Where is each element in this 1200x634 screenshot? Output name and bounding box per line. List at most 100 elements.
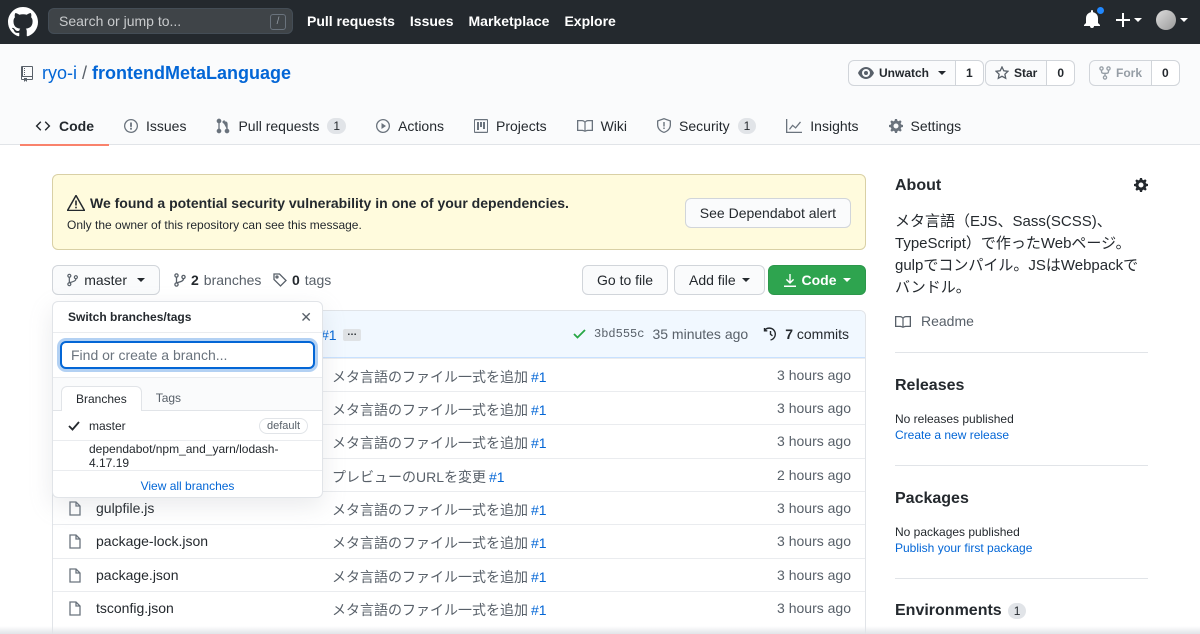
commit-age: 3 hours ago (777, 500, 851, 516)
chevron-down-icon (1180, 18, 1188, 22)
tab-security[interactable]: Security 1 (642, 106, 771, 145)
fork-button[interactable]: Fork (1089, 60, 1153, 86)
repo-owner-link[interactable]: ryo-i (42, 63, 77, 84)
notifications-button[interactable] (1084, 6, 1105, 30)
file-name-link[interactable]: package-lock.json (96, 533, 208, 549)
branch-item-master[interactable]: master default (53, 411, 322, 441)
branch-filter (53, 333, 322, 378)
commit-message[interactable]: メタ言語のファイル一式を追加 #1 (332, 400, 547, 420)
tab-tags[interactable]: Tags (142, 385, 195, 410)
commit-expand-button[interactable]: … (343, 328, 361, 341)
user-menu-button[interactable] (1156, 10, 1188, 30)
file-name-link[interactable]: package.json (96, 567, 179, 583)
commit-pr-link[interactable]: #1 (531, 535, 547, 551)
tab-branches[interactable]: Branches (61, 386, 142, 411)
packages-title[interactable]: Packages (895, 490, 969, 508)
repo-header: ryo-i / frontendMetaLanguage Unwatch 1 S… (0, 44, 1200, 146)
table-row[interactable]: tsconfig.json メタ言語のファイル一式を追加 #1 3 hours a… (53, 591, 865, 624)
repo-name-link[interactable]: frontendMetaLanguage (92, 63, 291, 84)
star-button[interactable]: Star (985, 60, 1048, 86)
view-all-branches-link[interactable]: View all branches (53, 471, 322, 501)
commit-pr-link[interactable]: #1 (531, 402, 547, 418)
commits-label: commits (796, 326, 849, 342)
file-name-link[interactable]: tsconfig.json (96, 600, 174, 616)
commit-message[interactable]: メタ言語のファイル一式を追加 #1 (332, 533, 547, 553)
commit-message[interactable]: メタ言語のファイル一式を追加 #1 (332, 500, 547, 520)
search-shortcut-key: / (270, 14, 286, 30)
commit-pr-link[interactable]: #1 (531, 569, 547, 585)
tab-code[interactable]: Code (20, 106, 109, 146)
commit-sha-link[interactable]: 3bd555c (594, 327, 644, 341)
commit-age: 3 hours ago (777, 600, 851, 616)
branch-select-button[interactable]: master (52, 265, 160, 295)
file-name-link[interactable]: gulpfile.js (96, 500, 154, 516)
commit-pr-link[interactable]: #1 (531, 502, 547, 518)
unwatch-button[interactable]: Unwatch (848, 60, 957, 86)
commit-message[interactable]: メタ言語のファイル一式を追加 #1 (332, 567, 547, 587)
watchers-count[interactable]: 1 (956, 60, 984, 86)
tab-actions[interactable]: Actions (361, 106, 459, 145)
nav-marketplace[interactable]: Marketplace (469, 13, 550, 29)
branch-filter-input[interactable] (60, 341, 315, 369)
commit-message-text: メタ言語のファイル一式を追加 (332, 369, 528, 385)
forks-count[interactable]: 0 (1152, 60, 1180, 86)
tab-label: Actions (398, 117, 445, 134)
go-to-file-button[interactable]: Go to file (582, 265, 669, 295)
commit-message[interactable]: メタ言語のファイル一式を追加 #1 (332, 433, 547, 453)
commits-link[interactable]: 7 commits (785, 326, 849, 342)
code-button[interactable]: Code (768, 265, 866, 295)
tab-issues[interactable]: Issues (109, 106, 201, 145)
create-new-button[interactable] (1116, 13, 1142, 27)
branches-link[interactable]: 2 branches (174, 272, 261, 288)
commit-message[interactable]: メタ言語のファイル一式を追加 #1 (332, 600, 547, 620)
dropdown-tabs: Branches Tags (53, 378, 322, 411)
create-release-link[interactable]: Create a new release (895, 428, 1009, 442)
publish-package-link[interactable]: Publish your first package (895, 541, 1032, 555)
page-bottom-edge (0, 626, 1200, 634)
nav-explore[interactable]: Explore (564, 13, 615, 29)
table-row[interactable]: package-lock.json メタ言語のファイル一式を追加 #1 3 hou… (53, 524, 865, 557)
tab-settings[interactable]: Settings (874, 106, 977, 145)
file-icon (69, 534, 81, 549)
global-search-input[interactable] (49, 9, 292, 33)
unread-indicator (1096, 6, 1105, 15)
tab-projects[interactable]: Projects (459, 106, 562, 145)
commit-message[interactable]: プレビューのURLを変更 #1 (332, 467, 505, 487)
tab-label: Issues (146, 117, 187, 134)
close-icon[interactable]: ✕ (300, 309, 312, 326)
branches-label: branches (203, 272, 262, 288)
tags-link[interactable]: 0 tags (273, 272, 331, 288)
releases-title[interactable]: Releases (895, 377, 964, 395)
default-badge: default (258, 418, 308, 434)
commit-pr-link[interactable]: #1 (489, 469, 505, 485)
file-icon (69, 501, 81, 516)
fork-group: Fork 0 (1089, 60, 1180, 86)
current-branch: master (84, 272, 127, 288)
project-icon (474, 118, 489, 133)
github-logo-icon[interactable] (8, 7, 38, 37)
gear-icon[interactable] (1134, 178, 1148, 192)
tab-pull-requests[interactable]: Pull requests 1 (201, 106, 361, 145)
chevron-down-icon (1134, 18, 1142, 22)
commit-message[interactable]: メタ言語のファイル一式を追加 #1 (332, 367, 547, 387)
tab-wiki[interactable]: Wiki (562, 106, 642, 145)
readme-link[interactable]: Readme (895, 313, 974, 329)
branch-item-dependabot[interactable]: dependabot/npm_and_yarn/lodash-4.17.19 (53, 441, 322, 471)
repo-title: ryo-i / frontendMetaLanguage (20, 63, 291, 84)
tab-insights[interactable]: Insights (771, 106, 873, 145)
global-search[interactable]: / (48, 8, 293, 34)
environments-counter: 1 (1007, 603, 1027, 619)
stars-count[interactable]: 0 (1047, 60, 1076, 86)
commit-pr-link[interactable]: #1 (531, 602, 547, 618)
check-icon[interactable] (573, 329, 586, 339)
nav-issues[interactable]: Issues (410, 13, 454, 29)
environments-header[interactable]: Environments 1 (895, 602, 1027, 620)
add-file-button[interactable]: Add file (674, 265, 765, 295)
pull-requests-counter: 1 (327, 117, 347, 134)
commit-pr-link[interactable]: #1 (321, 327, 337, 343)
see-dependabot-alert-button[interactable]: See Dependabot alert (684, 198, 851, 228)
commit-pr-link[interactable]: #1 (531, 369, 547, 385)
commit-pr-link[interactable]: #1 (531, 435, 547, 451)
table-row[interactable]: package.json メタ言語のファイル一式を追加 #1 3 hours ag… (53, 558, 865, 591)
nav-pull-requests[interactable]: Pull requests (307, 13, 395, 29)
